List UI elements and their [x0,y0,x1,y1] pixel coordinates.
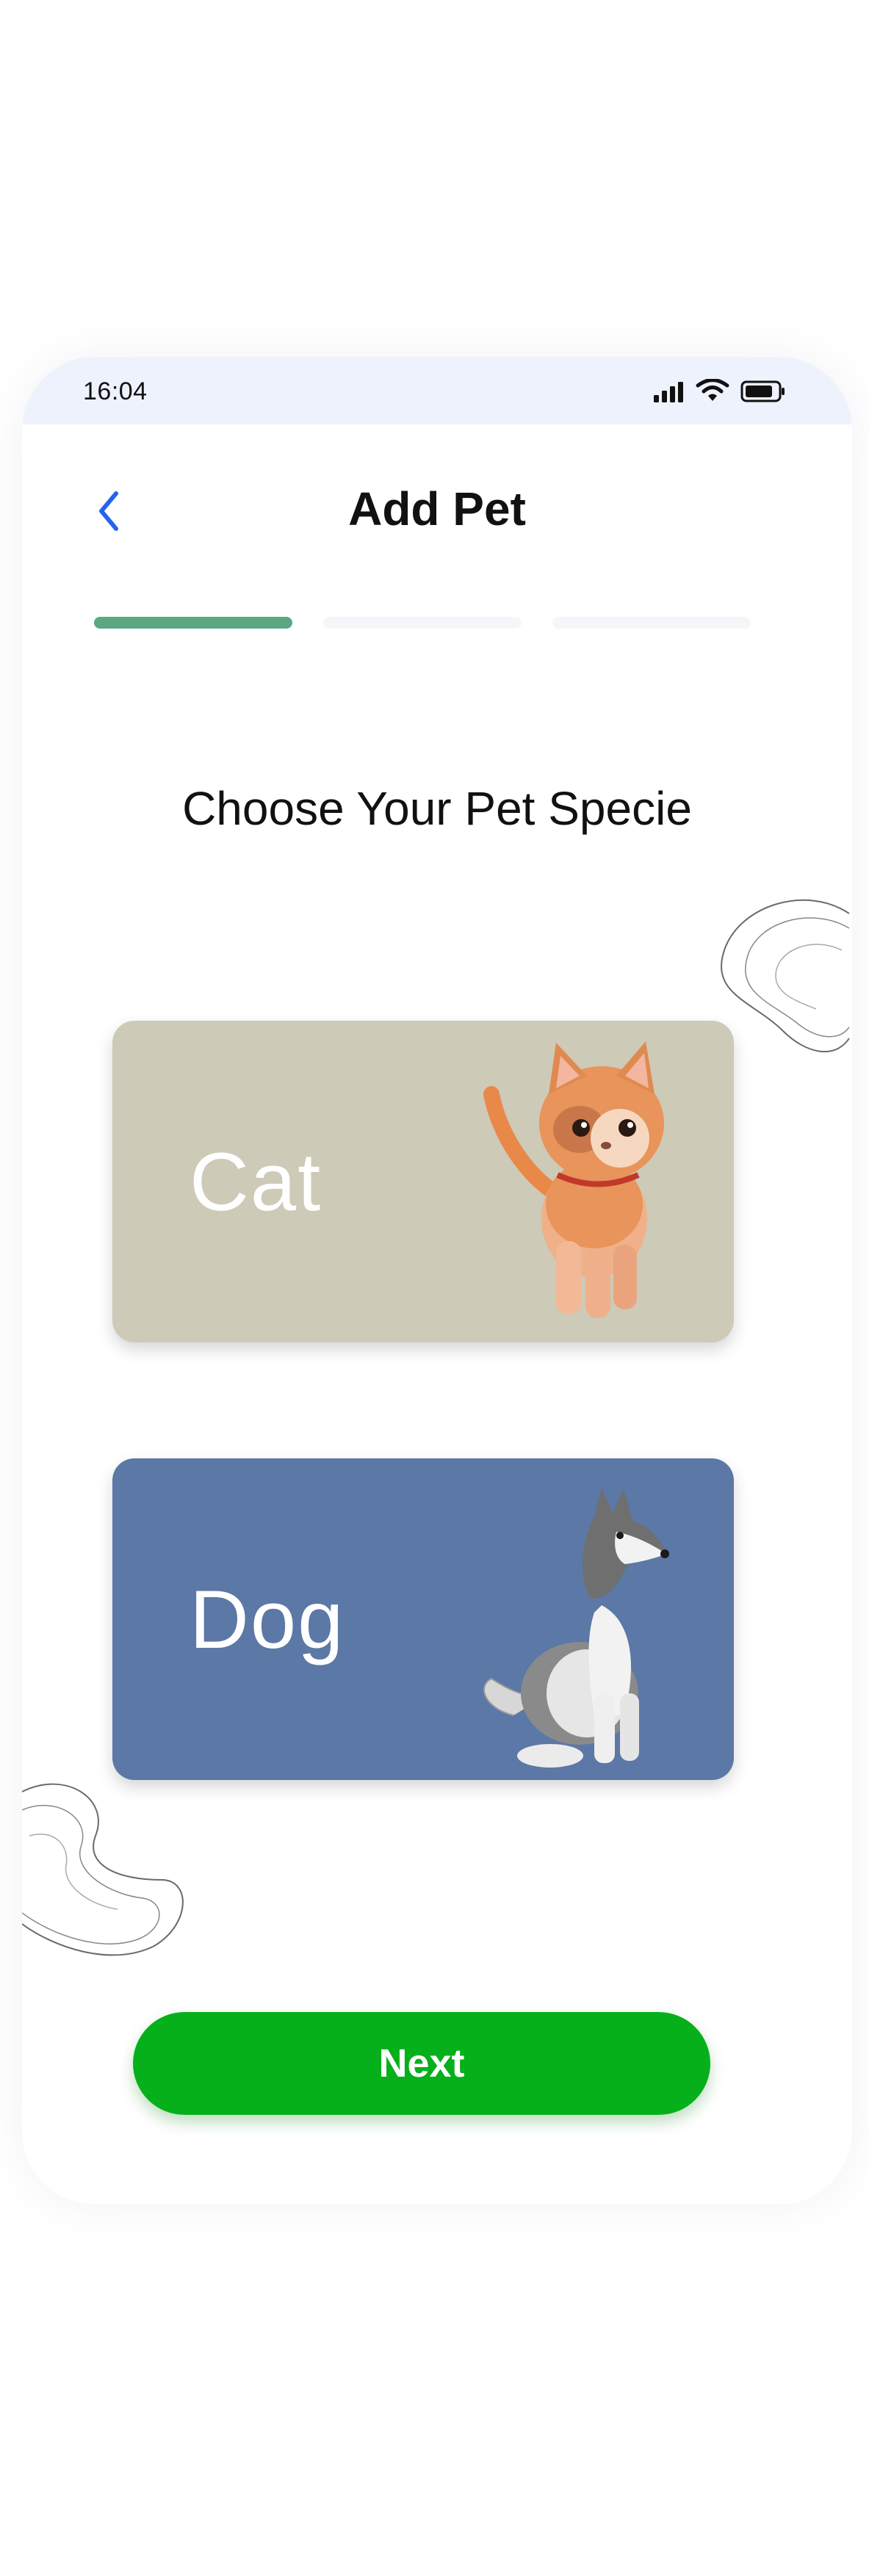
cat-label: Cat [190,1135,322,1228]
progress-step-1 [94,617,292,629]
species-card-cat[interactable]: Cat [112,1021,734,1342]
battery-icon [740,380,785,402]
phone-frame: 16:04 Add Pet Choose Your Pet Specie Cat… [22,357,852,2204]
status-bar: 16:04 [22,357,852,424]
dog-label: Dog [190,1573,345,1665]
next-button[interactable]: Next [133,2012,710,2115]
progress-steps [94,617,751,629]
progress-step-3 [552,617,751,629]
cat-illustration [483,1041,664,1318]
header: Add Pet [22,482,852,540]
page-title: Add Pet [348,482,526,535]
status-icons [652,379,786,404]
decorative-swirl-bottom [22,1783,184,1956]
status-time: 16:04 [83,377,148,405]
progress-step-2 [323,617,522,629]
dog-illustration [483,1488,669,1768]
signal-icon [654,382,683,402]
wifi-icon [696,379,729,401]
species-card-dog[interactable]: Dog [112,1458,734,1780]
section-prompt: Choose Your Pet Specie [182,782,692,835]
